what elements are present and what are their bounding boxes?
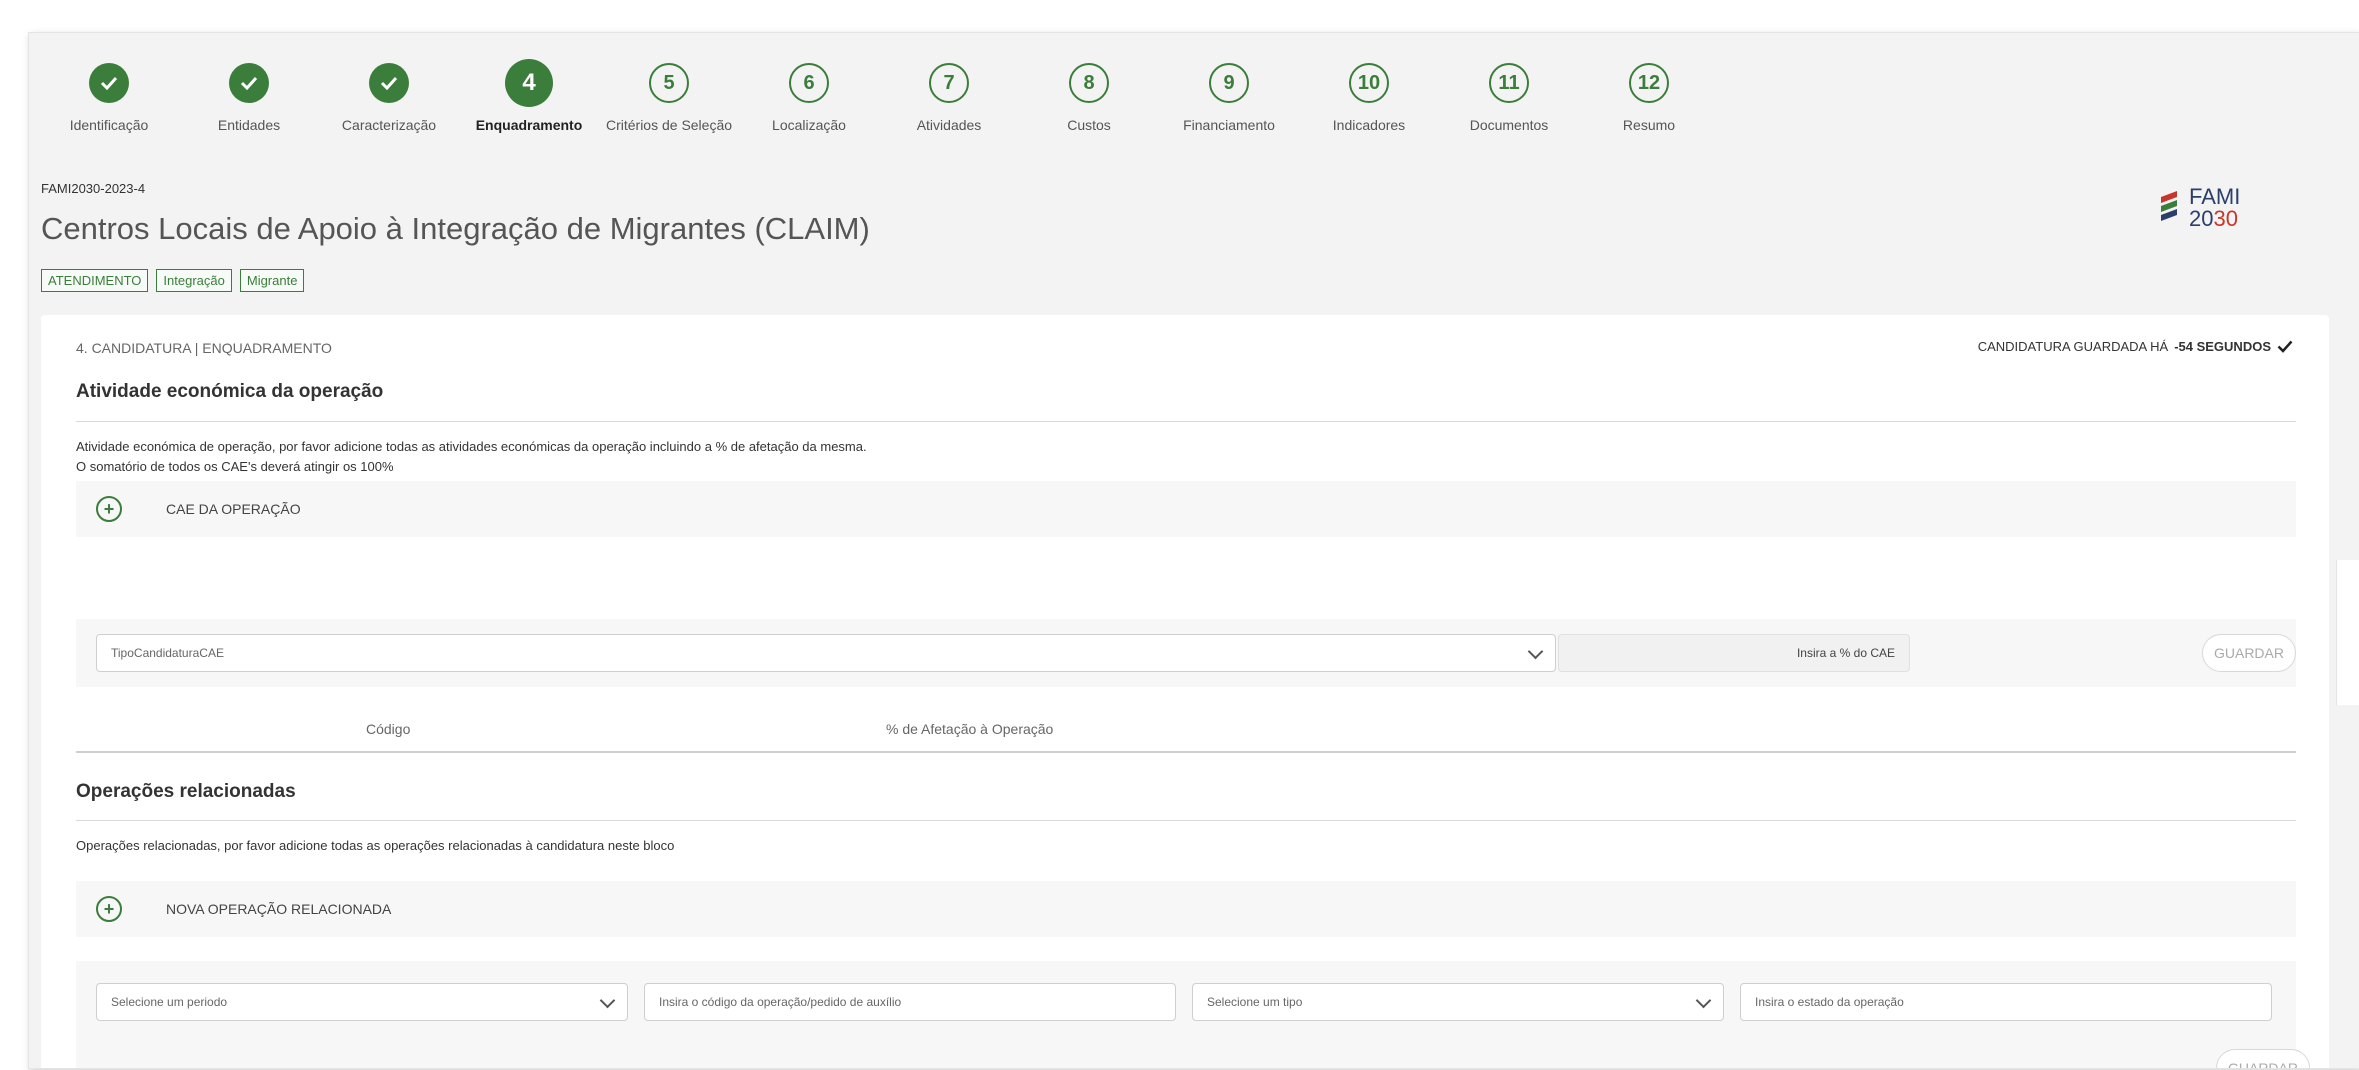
step-number: 4 (505, 59, 553, 107)
step-criterios[interactable]: 5 Critérios de Seleção (594, 63, 744, 133)
step-number: 6 (789, 63, 829, 103)
type-placeholder: Selecione um tipo (1207, 995, 1303, 1009)
step-custos[interactable]: 8 Custos (1014, 63, 1164, 133)
check-icon (89, 63, 129, 103)
divider (76, 421, 2296, 422)
cae-percent-placeholder: Insira a % do CAE (1796, 646, 1895, 660)
step-number: 7 (929, 63, 969, 103)
save-related-button[interactable]: GUARDAR (2216, 1049, 2310, 1068)
check-icon (2277, 340, 2293, 353)
breadcrumb: 4. CANDIDATURA | ENQUADRAMENTO (76, 340, 332, 356)
step-label: Atividades (916, 117, 982, 133)
add-related-label: NOVA OPERAÇÃO RELACIONADA (166, 901, 392, 917)
page-title: Centros Locais de Apoio à Integração de … (41, 211, 870, 246)
operation-code: FAMI2030-2023-4 (41, 181, 146, 196)
step-label: Critérios de Seleção (605, 117, 733, 133)
add-related-row[interactable]: + NOVA OPERAÇÃO RELACIONADA (76, 881, 2296, 937)
activity-section-title: Atividade económica da operação (76, 381, 384, 402)
save-status-label: CANDIDATURA GUARDADA HÁ (1977, 339, 2169, 354)
cae-percent-input[interactable]: Insira a % do CAE (1558, 634, 1910, 672)
app-frame: Identificação Entidades Caracterização 4… (28, 32, 2359, 1069)
logo-line2a: 20 (2189, 206, 2214, 231)
tag: Integração (156, 269, 232, 292)
step-label: Caracterização (341, 117, 437, 133)
step-number: 9 (1209, 63, 1249, 103)
step-number: 8 (1069, 63, 1109, 103)
activity-desc-line2: O somatório de todos os CAE's deverá ati… (76, 459, 394, 474)
save-status-time: -54 SEGUNDOS (2174, 339, 2271, 354)
side-panel-edge[interactable] (2336, 560, 2359, 705)
step-label: Entidades (217, 117, 281, 133)
divider (76, 820, 2296, 821)
related-section-title: Operações relacionadas (76, 781, 296, 802)
step-enquadramento[interactable]: 4 Enquadramento (454, 59, 604, 133)
step-number: 10 (1349, 63, 1389, 103)
step-label: Financiamento (1183, 117, 1275, 133)
step-localizacao[interactable]: 6 Localização (734, 63, 884, 133)
step-label: Indicadores (1332, 117, 1406, 133)
tag: Migrante (239, 269, 305, 292)
type-select[interactable]: Selecione um tipo (1192, 983, 1724, 1021)
step-number: 12 (1629, 63, 1669, 103)
fami-logo-icon (2161, 191, 2177, 221)
tag: ATENDIMENTO (41, 269, 149, 292)
check-icon (229, 63, 269, 103)
cae-type-select[interactable]: TipoCandidaturaCAE (96, 634, 1556, 672)
step-label: Documentos (1469, 117, 1549, 133)
period-placeholder: Selecione um periodo (111, 995, 228, 1009)
related-form-row: Selecione um periodo Insira o código da … (76, 961, 2310, 1068)
step-entidades[interactable]: Entidades (174, 63, 324, 133)
add-cae-row[interactable]: + CAE DA OPERAÇÃO (76, 481, 2296, 537)
step-number: 5 (649, 63, 689, 103)
logo-line1: FAMI (2189, 184, 2241, 209)
cae-form-row: TipoCandidaturaCAE Insira a % do CAE GUA… (76, 619, 2296, 687)
operation-state-input[interactable]: Insira o estado da operação (1740, 983, 2272, 1021)
cae-type-placeholder: TipoCandidaturaCAE (111, 646, 224, 660)
chevron-down-icon (1695, 992, 1712, 1009)
step-financiamento[interactable]: 9 Financiamento (1154, 63, 1304, 133)
operation-state-placeholder: Insira o estado da operação (1755, 995, 1904, 1009)
step-label: Enquadramento (475, 117, 583, 133)
divider (76, 751, 2296, 753)
chevron-down-icon (599, 992, 616, 1009)
check-icon (369, 63, 409, 103)
column-header-percent: % de Afetação à Operação (886, 721, 1054, 737)
save-status: CANDIDATURA GUARDADA HÁ -54 SEGUNDOS (1978, 339, 2293, 354)
step-label: Resumo (1622, 117, 1676, 133)
step-atividades[interactable]: 7 Atividades (874, 63, 1024, 133)
step-caracterizacao[interactable]: Caracterização (314, 63, 464, 133)
step-number: 11 (1489, 63, 1529, 103)
column-header-code: Código (366, 721, 411, 737)
main-card: 4. CANDIDATURA | ENQUADRAMENTO CANDIDATU… (41, 315, 2329, 1068)
activity-description: Atividade económica de operação, por fav… (76, 437, 867, 477)
activity-desc-line1: Atividade económica de operação, por fav… (76, 439, 867, 454)
add-cae-label: CAE DA OPERAÇÃO (166, 501, 301, 517)
step-label: Localização (772, 117, 846, 133)
step-resumo[interactable]: 12 Resumo (1574, 63, 1724, 133)
logo-line2b: 30 (2213, 206, 2238, 231)
plus-icon[interactable]: + (96, 896, 122, 922)
related-description: Operações relacionadas, por favor adicio… (76, 838, 675, 853)
step-identificacao[interactable]: Identificação (34, 63, 184, 133)
save-cae-button[interactable]: GUARDAR (2202, 634, 2296, 672)
tag-list: ATENDIMENTO Integração Migrante (41, 269, 305, 292)
step-documentos[interactable]: 11 Documentos (1434, 63, 1584, 133)
plus-icon[interactable]: + (96, 496, 122, 522)
step-label: Identificação (69, 117, 149, 133)
operation-code-input[interactable]: Insira o código da operação/pedido de au… (644, 983, 1176, 1021)
step-label: Custos (1067, 117, 1111, 133)
period-select[interactable]: Selecione um periodo (96, 983, 628, 1021)
step-indicadores[interactable]: 10 Indicadores (1294, 63, 1444, 133)
chevron-down-icon (1527, 643, 1544, 660)
operation-code-placeholder: Insira o código da operação/pedido de au… (659, 995, 902, 1009)
fami-logo: FAMI 2030 (2159, 186, 2240, 230)
